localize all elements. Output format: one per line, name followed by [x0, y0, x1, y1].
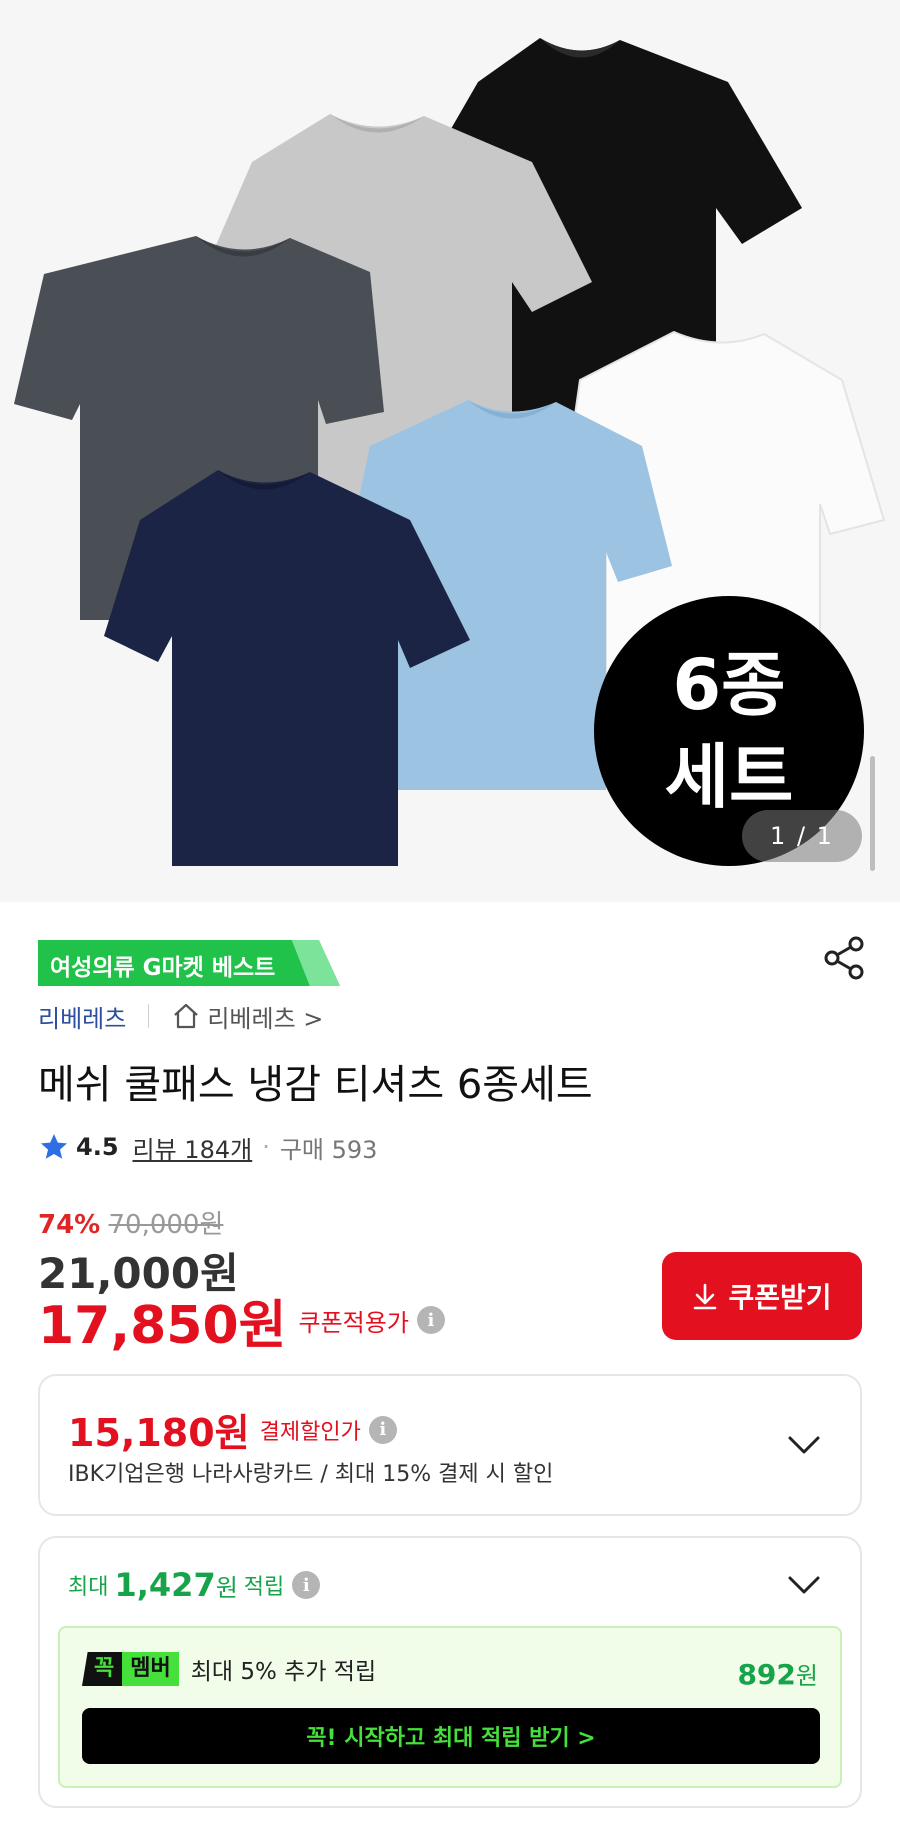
reward-box: 최대 1,427 원 적립 i 꼭 멤버 최대 5% 추가 적립 892원 꼭!… [38, 1536, 862, 1808]
chevron-down-icon[interactable] [786, 1434, 822, 1456]
card-discount-price: 15,180원 [68, 1411, 250, 1455]
member-reward-box: 꼭 멤버 최대 5% 추가 적립 892원 꼭! 시작하고 최대 적립 받기 > [58, 1626, 842, 1788]
coupon-price-row: 17,850원 쿠폰적용가 i [38, 1288, 445, 1356]
member-start-button[interactable]: 꼭! 시작하고 최대 적립 받기 > [82, 1708, 820, 1764]
member-reward-amount: 892원 [737, 1656, 818, 1691]
coupon-price: 17,850원 [38, 1295, 287, 1356]
member-reward-value: 892 [737, 1658, 796, 1691]
image-pager: 1 / 1 [742, 810, 862, 862]
brand-link[interactable]: 리베레츠 [38, 999, 126, 1034]
share-icon[interactable] [820, 934, 868, 982]
home-icon [174, 1003, 199, 1029]
card-discount-price-line: 15,180원 결제할인가 i [68, 1402, 397, 1457]
card-discount-description: IBK기업은행 나라사랑카드 / 최대 15% 결제 시 할인 [68, 1462, 554, 1487]
info-icon[interactable]: i [368, 1415, 397, 1444]
member-badge-member: 멤버 [122, 1652, 179, 1686]
reward-unit: 원 [215, 1573, 238, 1602]
product-image-carousel[interactable]: 6종 세트 1 / 1 [0, 0, 900, 902]
set-badge-line1: 6종 [672, 644, 786, 726]
discount-row: 74% 70,000원 [38, 1204, 223, 1241]
best-tag[interactable]: 여성의류 G마켓 베스트 [38, 940, 340, 986]
member-reward-text: 최대 5% 추가 적립 [190, 1659, 377, 1685]
member-badge-kkok: 꼭 [82, 1652, 123, 1686]
chevron-right-icon: > [303, 1004, 324, 1033]
download-icon [694, 1283, 717, 1310]
store-name: 리베레츠 [207, 1004, 296, 1033]
card-discount-box[interactable]: 15,180원 결제할인가 i IBK기업은행 나라사랑카드 / 최대 15% … [38, 1374, 862, 1516]
rating-row: 4.5 리뷰 184개 · 구매 593 [38, 1128, 377, 1166]
coupon-price-label: 쿠폰적용가 [298, 1308, 409, 1337]
coupon-download-button[interactable]: 쿠폰받기 [662, 1252, 862, 1340]
product-title: 메쉬 쿨패스 냉감 티셔츠 6종세트 [38, 1062, 593, 1108]
reward-amount: 1,427 [114, 1566, 216, 1604]
info-icon[interactable]: i [292, 1571, 321, 1599]
member-reward-line: 꼭 멤버 최대 5% 추가 적립 [82, 1652, 376, 1686]
original-price: 70,000원 [109, 1210, 224, 1240]
divider [148, 1004, 150, 1028]
separator-dot: · [262, 1133, 270, 1161]
original-price-unit: 원 [199, 1210, 224, 1240]
chevron-down-icon[interactable] [786, 1574, 822, 1596]
star-icon [41, 1134, 67, 1159]
reward-prefix: 최대 [68, 1575, 109, 1600]
original-price-value: 70,000 [108, 1210, 200, 1240]
info-icon[interactable]: i [416, 1306, 445, 1334]
store-link[interactable]: 리베레츠 > [207, 999, 323, 1034]
rating-value: 4.5 [76, 1133, 119, 1161]
coupon-download-label: 쿠폰받기 [728, 1281, 832, 1314]
purchase-count: 구매 593 [279, 1135, 378, 1164]
best-tag-label: 여성의류 G마켓 베스트 [50, 955, 276, 981]
review-link[interactable]: 리뷰 184개 [133, 1130, 253, 1165]
card-discount-label: 결제할인가 [259, 1419, 361, 1445]
reward-suffix: 적립 [243, 1575, 285, 1600]
brand-row: 리베레츠 리베레츠 > [38, 998, 323, 1034]
scrollbar[interactable] [870, 756, 875, 871]
discount-rate: 74% [38, 1210, 101, 1240]
member-badge: 꼭 멤버 [82, 1652, 179, 1686]
member-reward-unit: 원 [795, 1662, 818, 1690]
reward-line: 최대 1,427 원 적립 i [68, 1566, 321, 1604]
